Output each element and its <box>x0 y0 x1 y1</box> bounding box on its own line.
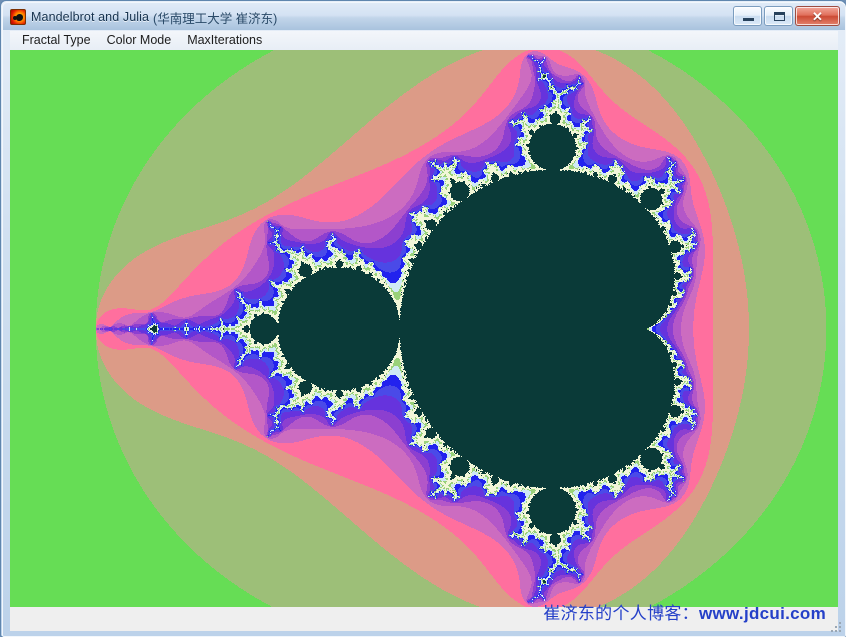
title-bar-content: Mandelbrot and Julia (华南理工大学 崔济东) <box>10 8 277 26</box>
minimize-button[interactable] <box>733 6 762 26</box>
title-bar[interactable]: Mandelbrot and Julia (华南理工大学 崔济东) ✕ <box>3 3 845 30</box>
client-area: 崔济东的个人博客：www.jdcui.com <box>10 50 838 631</box>
fractal-render-canvas[interactable] <box>10 50 838 607</box>
watermark-url: www.jdcui.com <box>699 604 826 623</box>
window-title: Mandelbrot and Julia <box>31 10 149 24</box>
minimize-icon <box>743 18 754 21</box>
menu-bar: Fractal Type Color Mode MaxIterations <box>10 31 838 50</box>
screenshot-root: Mandelbrot and Julia (华南理工大学 崔济东) ✕ Frac… <box>0 0 846 637</box>
caption-button-group: ✕ <box>733 6 840 26</box>
mandelbrot-fractal-image <box>10 50 838 607</box>
maximize-icon <box>774 12 785 21</box>
mandelbrot-thumbnail-icon <box>10 9 26 25</box>
menu-item-color-mode[interactable]: Color Mode <box>99 31 180 50</box>
watermark-prefix: 崔济东的个人博客： <box>543 604 699 623</box>
menu-item-fractal-type[interactable]: Fractal Type <box>14 31 99 50</box>
close-button[interactable]: ✕ <box>795 6 840 26</box>
maximize-button[interactable] <box>764 6 793 26</box>
close-icon: ✕ <box>796 7 839 25</box>
application-window: Mandelbrot and Julia (华南理工大学 崔济东) ✕ Frac… <box>0 0 846 637</box>
menu-item-max-iterations[interactable]: MaxIterations <box>179 31 270 50</box>
window-title-suffix: (华南理工大学 崔济东) <box>153 8 277 27</box>
resize-grip[interactable] <box>830 621 841 632</box>
watermark-blog-credit: 崔济东的个人博客：www.jdcui.com <box>543 599 826 624</box>
